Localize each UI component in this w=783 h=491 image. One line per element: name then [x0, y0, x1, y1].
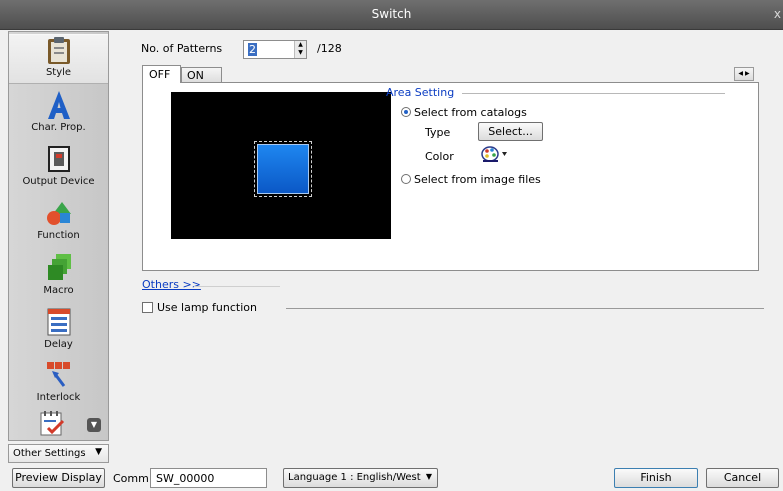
- lamp-function-checkbox[interactable]: Use lamp function: [142, 301, 257, 314]
- sidebar-item-function[interactable]: Function: [9, 198, 108, 241]
- clipboard-icon: [47, 37, 70, 64]
- palette-icon[interactable]: [480, 145, 508, 163]
- sidebar-item-label: Char. Prop.: [31, 122, 86, 133]
- chevron-down-icon: ▼: [95, 447, 102, 457]
- sidebar-item-label: Interlock: [36, 392, 81, 403]
- sidebar-item-label: Delay: [44, 339, 73, 350]
- patterns-max: /128: [317, 42, 342, 55]
- lamp-function-label: Use lamp function: [157, 301, 257, 314]
- sidebar-item-label: Macro: [43, 285, 74, 296]
- switch-dialog: Switch x Style Char. Prop. Output Device…: [0, 0, 783, 491]
- sidebar-item-macro[interactable]: Macro: [9, 253, 108, 296]
- sidebar-item-style[interactable]: Style: [9, 34, 108, 84]
- sidebar-scroll-down-icon[interactable]: ▼: [87, 418, 101, 432]
- sidebar-item-output-device[interactable]: Output Device: [9, 144, 108, 187]
- area-setting-heading: Area Setting: [386, 86, 455, 99]
- preview-display-button[interactable]: Preview Display: [12, 468, 105, 488]
- radio-selected-icon[interactable]: [401, 107, 411, 117]
- stacked-squares-icon: [47, 254, 71, 280]
- divider: [462, 93, 725, 94]
- cancel-button[interactable]: Cancel: [706, 468, 779, 488]
- patterns-stepper[interactable]: 2 ▲ ▼: [243, 40, 307, 59]
- select-type-button[interactable]: Select...: [478, 122, 543, 141]
- checklist-icon: [40, 411, 65, 436]
- sidebar-item-interlock[interactable]: Interlock: [9, 360, 108, 403]
- radio-select-image-files[interactable]: Select from image files: [401, 173, 541, 186]
- tab-on[interactable]: ON: [181, 67, 222, 83]
- sidebar-item-label: Style: [45, 67, 72, 78]
- other-settings-label: Other Settings: [13, 448, 86, 459]
- title-bar: Switch x: [0, 0, 783, 30]
- color-label: Color: [425, 150, 454, 163]
- radio-image-label: Select from image files: [414, 173, 541, 186]
- switch-preview: [171, 92, 391, 239]
- patterns-value[interactable]: 2: [248, 43, 257, 56]
- radio-unselected-icon[interactable]: [401, 174, 411, 184]
- sidebar-item-delay[interactable]: Delay: [9, 307, 108, 350]
- tab-panel-off: Area Setting Select from catalogs Type S…: [142, 82, 759, 271]
- others-link[interactable]: Others >>: [142, 278, 201, 291]
- checkbox-icon[interactable]: [142, 302, 153, 313]
- language-select[interactable]: Language 1 : English/West ▼: [283, 468, 438, 488]
- category-sidebar: Style Char. Prop. Output Device Function: [8, 31, 109, 441]
- output-device-icon: [47, 146, 70, 172]
- divider: [194, 286, 280, 287]
- other-settings-dropdown[interactable]: Other Settings ▼: [8, 444, 109, 463]
- bottom-bar: Preview Display Comm Language 1 : Englis…: [0, 463, 783, 491]
- type-label: Type: [425, 126, 451, 139]
- interlock-icon: [46, 362, 70, 387]
- letter-a-icon: [47, 91, 70, 119]
- preview-switch-button: [257, 144, 309, 194]
- patterns-label: No. of Patterns: [141, 42, 223, 55]
- comm-label: Comm: [113, 472, 149, 485]
- sidebar-item-label: Output Device: [22, 176, 95, 187]
- sidebar-item-char-prop[interactable]: Char. Prop.: [9, 90, 108, 133]
- shapes-icon: [46, 202, 71, 225]
- chevron-down-icon: ▼: [425, 472, 432, 481]
- language-value: Language 1 : English/West: [288, 472, 421, 483]
- sidebar-item-label: Function: [37, 230, 80, 241]
- main-panel: No. of Patterns 2 ▲ ▼ /128 OFF ON ◀ ▶ Are…: [110, 31, 783, 463]
- close-icon[interactable]: x: [774, 7, 781, 21]
- radio-catalogs-label: Select from catalogs: [414, 106, 527, 119]
- comm-input[interactable]: [150, 468, 267, 488]
- timer-list-icon: [47, 308, 70, 336]
- radio-select-catalogs[interactable]: Select from catalogs: [401, 106, 527, 119]
- tab-off[interactable]: OFF: [142, 65, 181, 83]
- window-title: Switch: [371, 7, 412, 21]
- finish-button[interactable]: Finish: [614, 468, 698, 488]
- divider: [286, 308, 764, 309]
- spin-arrows-icon[interactable]: ▲ ▼: [294, 41, 306, 58]
- tab-scroll-arrows-icon[interactable]: ◀ ▶: [734, 67, 754, 81]
